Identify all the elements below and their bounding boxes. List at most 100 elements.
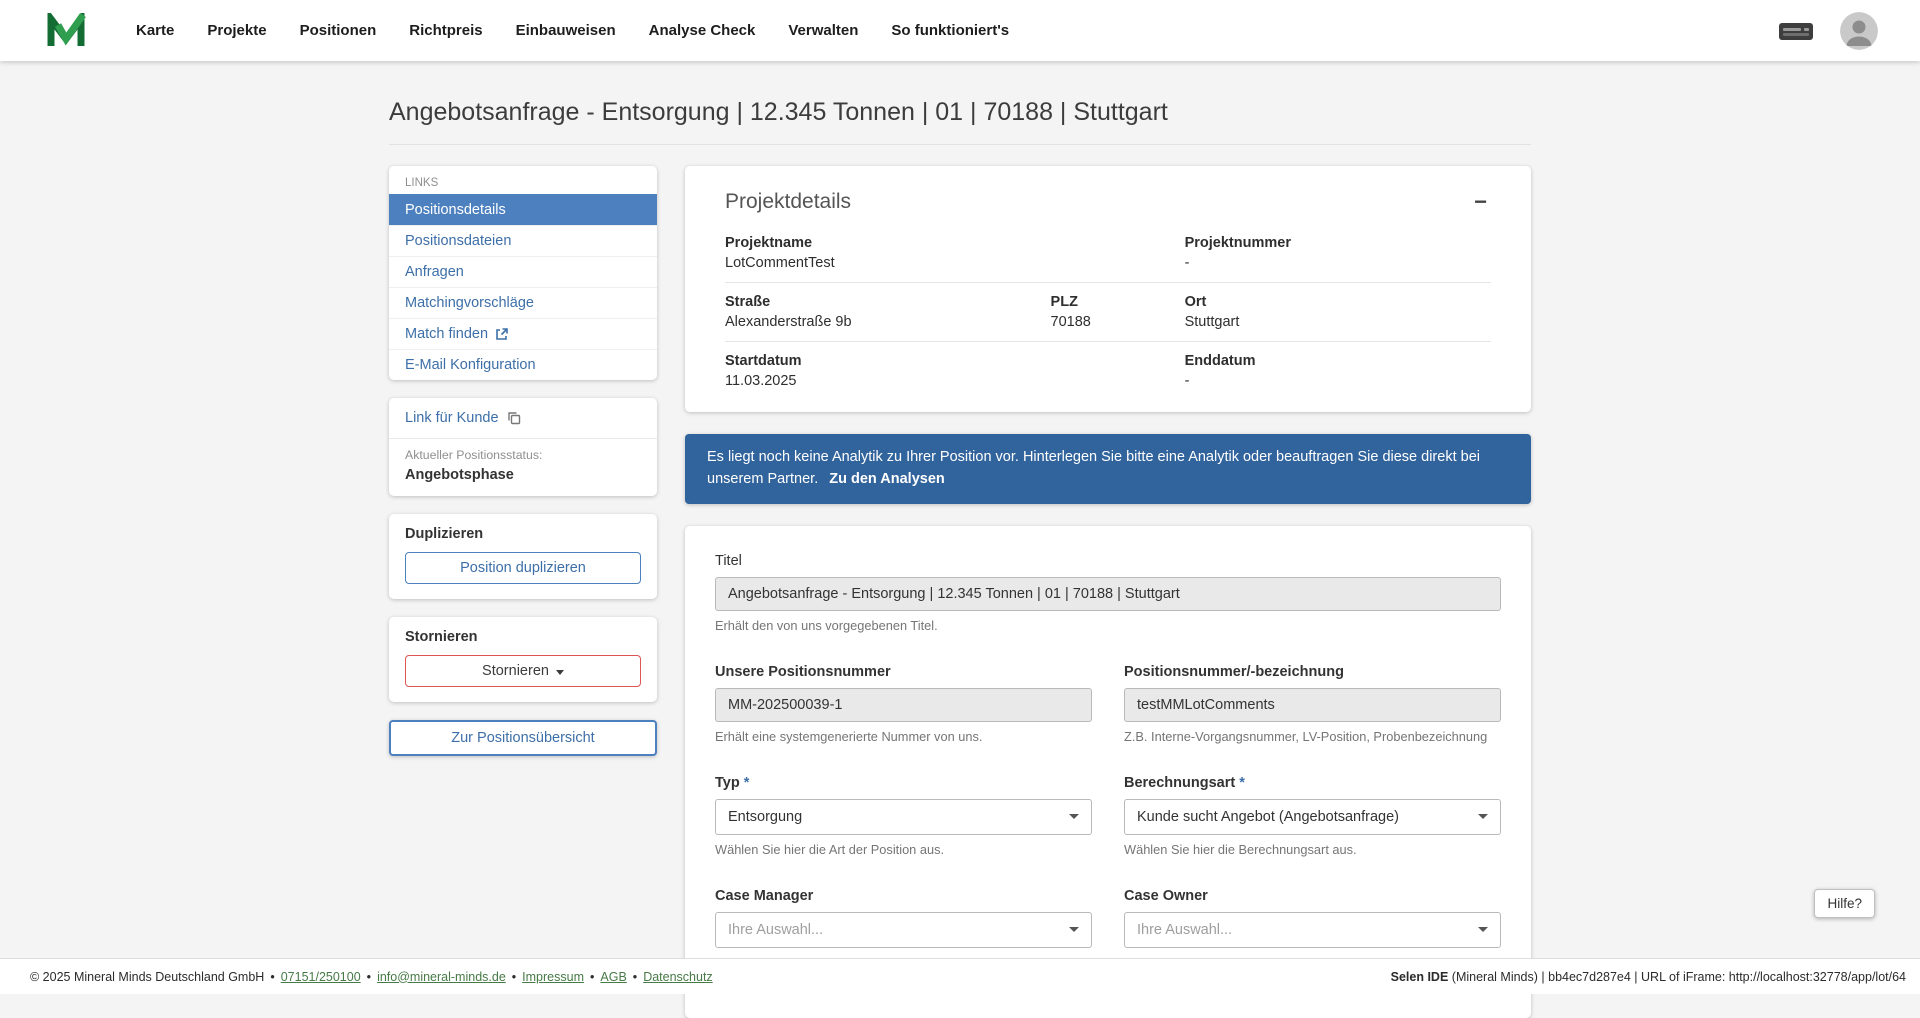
sidebar-item-label: Positionsdateien <box>405 233 511 249</box>
nav-verwalten[interactable]: Verwalten <box>788 22 858 39</box>
customer-link-label: Link für Kunde <box>405 410 499 426</box>
berechnungsart-label: Berechnungsart * <box>1124 775 1501 791</box>
sidebar-item-label: Anfragen <box>405 264 464 280</box>
berechnungsart-helper: Wählen Sie hier die Berechnungsart aus. <box>1124 842 1501 857</box>
field-value: - <box>1185 255 1491 271</box>
bezeichnung-group: Positionsnummer/-bezeichnung Z.B. Intern… <box>1124 664 1501 744</box>
brand-logo[interactable] <box>46 13 86 49</box>
footer-link-impressum[interactable]: Impressum <box>522 970 584 984</box>
content-area: LINKS Positionsdetails Positionsdateien … <box>389 166 1531 1018</box>
berechnungsart-select[interactable]: Kunde sucht Angebot (Angebotsanfrage) <box>1124 799 1501 835</box>
sidebar-item-positionsdateien[interactable]: Positionsdateien <box>389 225 657 256</box>
sidebar-item-anfragen[interactable]: Anfragen <box>389 256 657 287</box>
nav-richtpreis[interactable]: Richtpreis <box>409 22 482 39</box>
copy-icon <box>507 411 521 425</box>
duplicate-position-button[interactable]: Position duplizieren <box>405 552 641 584</box>
field-strasse: Straße Alexanderstraße 9b <box>725 294 1051 330</box>
sidebar-item-label: Match finden <box>405 326 488 342</box>
field-label: Enddatum <box>1185 353 1491 369</box>
titel-helper: Erhält den von uns vorgegebenen Titel. <box>715 618 1501 633</box>
nav-einbauweisen[interactable]: Einbauweisen <box>516 22 616 39</box>
external-link-icon <box>495 328 508 341</box>
titel-group: Titel Erhält den von uns vorgegebenen Ti… <box>715 553 1501 633</box>
footer-link-email[interactable]: info@mineral-minds.de <box>377 970 506 984</box>
case-manager-select[interactable]: Ihre Auswahl... <box>715 912 1092 948</box>
footer-link-datenschutz[interactable]: Datenschutz <box>643 970 712 984</box>
sidebar-item-label: Positionsdetails <box>405 202 506 218</box>
sidebar-item-email-konfiguration[interactable]: E-Mail Konfiguration <box>389 349 657 380</box>
case-owner-group: Case Owner Ihre Auswahl... <box>1124 888 1501 948</box>
sidebar-item-match-finden[interactable]: Match finden <box>389 318 657 349</box>
status-value: Angebotsphase <box>405 467 641 483</box>
field-value: Alexanderstraße 9b <box>725 314 1051 330</box>
sidebar-links-card: LINKS Positionsdetails Positionsdateien … <box>389 166 657 380</box>
berechnungsart-group: Berechnungsart * Kunde sucht Angebot (An… <box>1124 775 1501 857</box>
field-label: Startdatum <box>725 353 1185 369</box>
analytics-banner: Es liegt noch keine Analytik zu Ihrer Po… <box>685 434 1531 504</box>
footer-link-phone[interactable]: 07151/250100 <box>281 970 361 984</box>
case-owner-select[interactable]: Ihre Auswahl... <box>1124 912 1501 948</box>
separator: • <box>270 970 274 984</box>
positionsnummer-helper: Erhält eine systemgenerierte Nummer von … <box>715 729 1092 744</box>
field-label: Projektnummer <box>1185 235 1491 251</box>
separator: • <box>633 970 637 984</box>
sidebar-item-label: Matchingvorschläge <box>405 295 534 311</box>
case-owner-placeholder: Ihre Auswahl... <box>1137 922 1232 938</box>
footer-debug-info: Selen IDE (Mineral Minds) | bb4ec7d287e4… <box>1391 970 1906 984</box>
typ-select[interactable]: Entsorgung <box>715 799 1092 835</box>
footer-link-agb[interactable]: AGB <box>600 970 626 984</box>
bezeichnung-helper: Z.B. Interne-Vorgangsnummer, LV-Position… <box>1124 729 1501 744</box>
keyboard-icon[interactable] <box>1778 19 1814 43</box>
nav-projekte[interactable]: Projekte <box>207 22 266 39</box>
case-manager-placeholder: Ihre Auswahl... <box>728 922 823 938</box>
chevron-down-icon <box>1478 927 1488 932</box>
typ-label: Typ * <box>715 775 1092 791</box>
sidebar-item-matchingvorschlaege[interactable]: Matchingvorschläge <box>389 287 657 318</box>
mineral-minds-logo-icon <box>46 13 86 49</box>
cancel-button-label: Stornieren <box>482 663 549 679</box>
separator: • <box>367 970 371 984</box>
nav-so-funktionierts[interactable]: So funktioniert's <box>891 22 1009 39</box>
duplicate-card: Duplizieren Position duplizieren <box>389 514 657 599</box>
collapse-button[interactable]: − <box>1470 191 1491 213</box>
customer-link[interactable]: Link für Kunde <box>389 398 657 439</box>
sidebar-item-positionsdetails[interactable]: Positionsdetails <box>389 194 657 225</box>
projektdetails-card: Projektdetails − Projektname LotCommentT… <box>685 166 1531 412</box>
links-header: LINKS <box>389 166 657 194</box>
case-owner-label: Case Owner <box>1124 888 1501 904</box>
titel-label: Titel <box>715 553 1501 569</box>
banner-link-zu-den-analysen[interactable]: Zu den Analysen <box>829 471 944 487</box>
field-projektname: Projektname LotCommentTest <box>725 235 1185 271</box>
sidebar-item-label: E-Mail Konfiguration <box>405 357 536 373</box>
iframe-info: (Mineral Minds) | bb4ec7d287e4 | URL of … <box>1452 970 1906 984</box>
separator: • <box>590 970 594 984</box>
avatar[interactable] <box>1840 12 1878 50</box>
cancel-header: Stornieren <box>405 629 641 645</box>
field-value: LotCommentTest <box>725 255 1185 271</box>
navbar-actions <box>1778 12 1878 50</box>
field-value: 11.03.2025 <box>725 373 1185 389</box>
field-value: - <box>1185 373 1491 389</box>
form-row: Case Manager Ihre Auswahl... Case Owner … <box>715 888 1501 948</box>
bezeichnung-input[interactable] <box>1124 688 1501 722</box>
field-plz: PLZ 70188 <box>1051 294 1185 330</box>
footer: © 2025 Mineral Minds Deutschland GmbH • … <box>0 958 1920 994</box>
positionsnummer-label: Unsere Positionsnummer <box>715 664 1092 680</box>
position-overview-button[interactable]: Zur Positionsübersicht <box>389 720 657 756</box>
titel-input[interactable] <box>715 577 1501 611</box>
nav-positionen[interactable]: Positionen <box>300 22 377 39</box>
detail-row: Projektname LotCommentTest Projektnummer… <box>725 224 1491 283</box>
nav-karte[interactable]: Karte <box>136 22 174 39</box>
avatar-image <box>1840 12 1878 50</box>
banner-message: Es liegt noch keine Analytik zu Ihrer Po… <box>707 449 1480 487</box>
berechnungsart-select-value: Kunde sucht Angebot (Angebotsanfrage) <box>1137 809 1399 825</box>
help-button[interactable]: Hilfe? <box>1814 889 1875 918</box>
positionsnummer-input[interactable] <box>715 688 1092 722</box>
field-label: Straße <box>725 294 1051 310</box>
caret-down-icon <box>556 670 564 675</box>
case-manager-group: Case Manager Ihre Auswahl... <box>715 888 1092 948</box>
typ-select-value: Entsorgung <box>728 809 802 825</box>
detail-row: Startdatum 11.03.2025 Enddatum - <box>725 342 1491 400</box>
nav-analyse-check[interactable]: Analyse Check <box>649 22 756 39</box>
cancel-position-button[interactable]: Stornieren <box>405 655 641 687</box>
